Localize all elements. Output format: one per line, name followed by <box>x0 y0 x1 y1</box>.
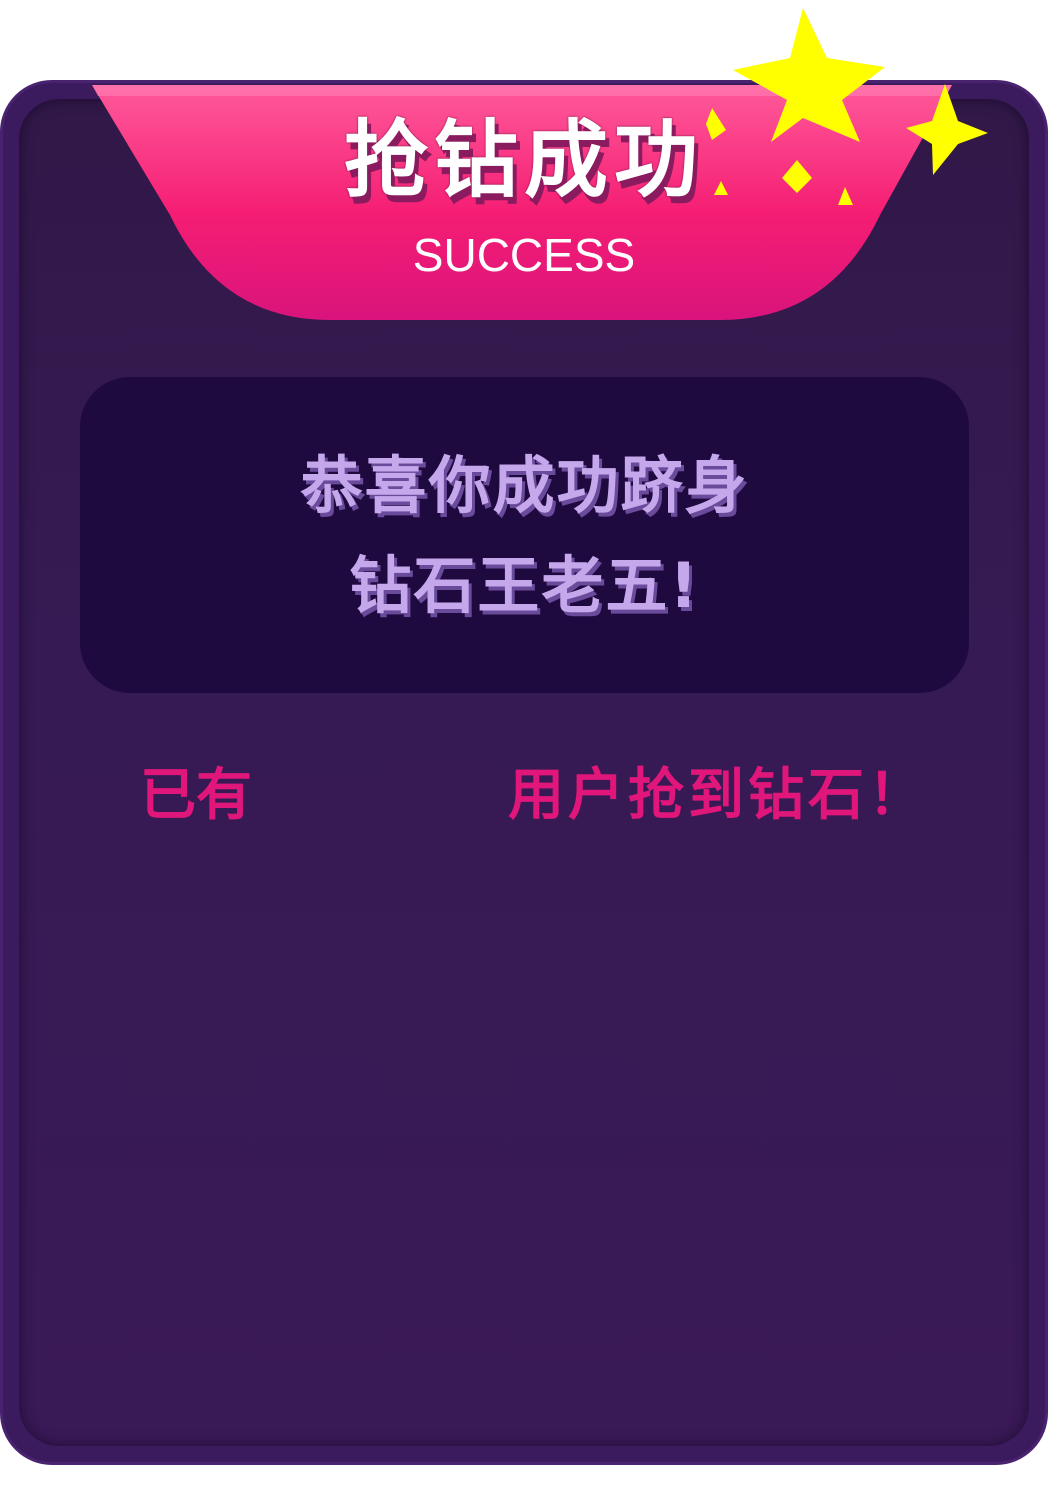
congrats-line-2: 钻石王老五! <box>349 549 700 622</box>
congrats-line-1: 恭喜你成功跻身 <box>300 449 749 522</box>
stats-prefix: 已有 <box>140 763 252 828</box>
page-title: 抢钻成功 <box>343 111 704 209</box>
page-subtitle: SUCCESS <box>412 229 636 281</box>
title-container: 抢钻成功 <box>0 118 1048 202</box>
congrats-message-box: 恭喜你成功跻身 钻石王老五! <box>80 377 969 693</box>
stats-suffix: 用户抢到钻石！ <box>508 763 928 828</box>
subtitle-container: SUCCESS <box>0 232 1048 278</box>
